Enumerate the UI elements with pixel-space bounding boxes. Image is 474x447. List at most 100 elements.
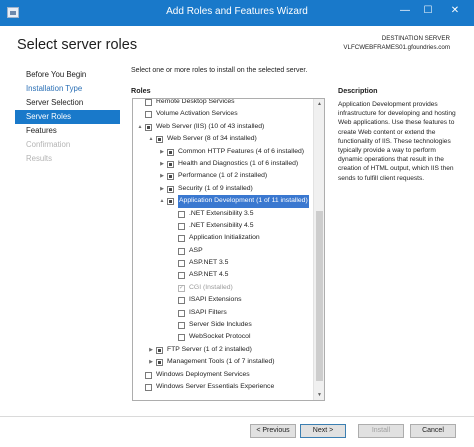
role-tree-row[interactable]: CGI (Installed): [133, 282, 315, 294]
role-checkbox[interactable]: [178, 272, 185, 280]
role-checkbox[interactable]: [167, 185, 174, 193]
destination-server-info: DESTINATION SERVER VLFCWEBFRAMES01.gfoun…: [343, 34, 450, 52]
nav-item-features[interactable]: Features: [26, 124, 57, 138]
roles-tree[interactable]: Remote Desktop Services Volume Activation…: [132, 98, 325, 401]
nav-item-before-you-begin[interactable]: Before You Begin: [26, 68, 86, 82]
role-label: Volume Activation Services: [156, 110, 238, 118]
role-tree-row[interactable]: ▲ Application Development (1 of 11 instal…: [133, 195, 315, 208]
nav-item-results: Results: [26, 154, 52, 163]
role-checkbox[interactable]: [178, 334, 185, 342]
role-tree-row[interactable]: ▶ Common HTTP Features (4 of 6 installed): [133, 146, 315, 158]
role-label: ISAPI Extensions: [189, 296, 242, 304]
role-tree-row[interactable]: .NET Extensibility 3.5: [133, 208, 315, 220]
role-label: Server Side Includes: [189, 321, 252, 329]
expand-arrow-icon[interactable]: ▶: [147, 344, 155, 356]
role-tree-row[interactable]: Windows Deployment Services: [133, 369, 315, 381]
role-label: Management Tools (1 of 7 installed): [167, 358, 275, 366]
expand-arrow-icon[interactable]: ▶: [158, 158, 166, 170]
role-tree-row[interactable]: ▲ Web Server (8 of 34 installed): [133, 133, 315, 145]
title-bar: Add Roles and Features Wizard — ☐ ✕: [0, 0, 474, 26]
role-checkbox[interactable]: [178, 260, 185, 268]
role-checkbox[interactable]: [178, 222, 185, 230]
role-label: Web Server (8 of 34 installed): [167, 135, 257, 143]
role-checkbox[interactable]: [145, 123, 152, 131]
role-label: Performance (1 of 2 installed): [178, 172, 268, 180]
footer-divider: [0, 416, 474, 417]
expand-arrow-icon[interactable]: ▶: [158, 170, 166, 182]
role-tree-row[interactable]: ISAPI Filters: [133, 307, 315, 319]
role-tree-row[interactable]: WebSocket Protocol: [133, 331, 315, 343]
role-label: Common HTTP Features (4 of 6 installed): [178, 147, 305, 155]
role-tree-row[interactable]: ASP.NET 4.5: [133, 269, 315, 281]
role-checkbox[interactable]: [156, 136, 163, 144]
nav-item-server-selection[interactable]: Server Selection: [26, 96, 83, 110]
role-checkbox[interactable]: [167, 198, 174, 206]
role-checkbox[interactable]: [167, 160, 174, 168]
role-label: WebSocket Protocol: [189, 333, 251, 341]
role-checkbox[interactable]: [167, 148, 174, 156]
nav-item-server-roles[interactable]: Server Roles: [15, 110, 120, 124]
roles-scrollbar[interactable]: ▲ ▼: [313, 99, 324, 400]
role-tree-row[interactable]: ASP.NET 3.5: [133, 257, 315, 269]
nav-item-confirmation: Confirmation: [26, 140, 71, 149]
role-checkbox[interactable]: [167, 173, 174, 181]
scroll-thumb[interactable]: [316, 211, 323, 381]
role-tree-row[interactable]: Server Side Includes: [133, 319, 315, 331]
role-tree-row[interactable]: Windows Server Essentials Experience: [133, 381, 315, 393]
role-tree-row[interactable]: ASP: [133, 245, 315, 257]
role-tree-row[interactable]: Application Initialization: [133, 232, 315, 244]
role-checkbox[interactable]: [156, 359, 163, 367]
role-label: Windows Server Essentials Experience: [156, 382, 275, 390]
next-button[interactable]: Next >: [300, 424, 346, 438]
collapse-arrow-icon[interactable]: ▲: [136, 121, 144, 133]
install-button: Install: [358, 424, 404, 438]
scroll-down-arrow-icon[interactable]: ▼: [314, 390, 325, 400]
role-tree-row[interactable]: ▶ Security (1 of 9 installed): [133, 183, 315, 195]
minimize-button[interactable]: —: [395, 3, 415, 19]
role-checkbox[interactable]: [145, 383, 152, 391]
expand-arrow-icon[interactable]: ▶: [158, 146, 166, 158]
role-label: .NET Extensibility 3.5: [189, 209, 254, 217]
expand-arrow-icon[interactable]: ▶: [158, 183, 166, 195]
role-checkbox[interactable]: [178, 210, 185, 218]
role-label: .NET Extensibility 4.5: [189, 221, 254, 229]
role-checkbox: [178, 282, 185, 294]
destination-label: DESTINATION SERVER: [381, 35, 450, 42]
role-label: ASP.NET 3.5: [189, 259, 229, 267]
role-tree-row[interactable]: Volume Activation Services: [133, 108, 315, 120]
role-tree-row[interactable]: .NET Extensibility 4.5: [133, 220, 315, 232]
role-label: ASP: [189, 246, 203, 254]
nav-item-installation-type[interactable]: Installation Type: [26, 82, 82, 96]
role-tree-row[interactable]: ▶ FTP Server (1 of 2 installed): [133, 344, 315, 356]
role-checkbox[interactable]: [145, 111, 152, 119]
collapse-arrow-icon[interactable]: ▲: [158, 195, 166, 207]
cancel-button[interactable]: Cancel: [410, 424, 456, 438]
role-tree-row[interactable]: ▶ Management Tools (1 of 7 installed): [133, 356, 315, 368]
role-tree-row[interactable]: ▶ Health and Diagnostics (1 of 6 installe…: [133, 158, 315, 170]
instructions-text: Select one or more roles to install on t…: [131, 67, 308, 74]
role-tree-row[interactable]: ▲ Web Server (IIS) (10 of 43 installed): [133, 121, 315, 133]
role-label: Application Initialization: [189, 234, 260, 242]
role-label: Windows Deployment Services: [156, 370, 250, 378]
previous-button[interactable]: < Previous: [250, 424, 296, 438]
expand-arrow-icon[interactable]: ▶: [147, 356, 155, 368]
role-tree-row[interactable]: ISAPI Extensions: [133, 294, 315, 306]
page-title: Select server roles: [17, 37, 138, 53]
role-checkbox[interactable]: [178, 297, 185, 305]
role-tree-row[interactable]: ▶ Performance (1 of 2 installed): [133, 170, 315, 182]
roles-list: Remote Desktop Services Volume Activation…: [133, 99, 315, 393]
role-checkbox[interactable]: [178, 322, 185, 330]
maximize-button[interactable]: ☐: [418, 3, 438, 19]
scroll-up-arrow-icon[interactable]: ▲: [314, 99, 325, 109]
collapse-arrow-icon[interactable]: ▲: [147, 133, 155, 145]
role-checkbox[interactable]: [145, 371, 152, 379]
close-button[interactable]: ✕: [441, 3, 469, 19]
role-checkbox[interactable]: [178, 247, 185, 255]
role-tree-row[interactable]: Remote Desktop Services: [133, 99, 315, 108]
role-label: FTP Server (1 of 2 installed): [167, 345, 252, 353]
role-checkbox[interactable]: [145, 99, 152, 106]
role-checkbox[interactable]: [178, 309, 185, 317]
role-checkbox[interactable]: [178, 235, 185, 243]
description-heading: Description: [338, 86, 378, 95]
role-checkbox[interactable]: [156, 346, 163, 354]
